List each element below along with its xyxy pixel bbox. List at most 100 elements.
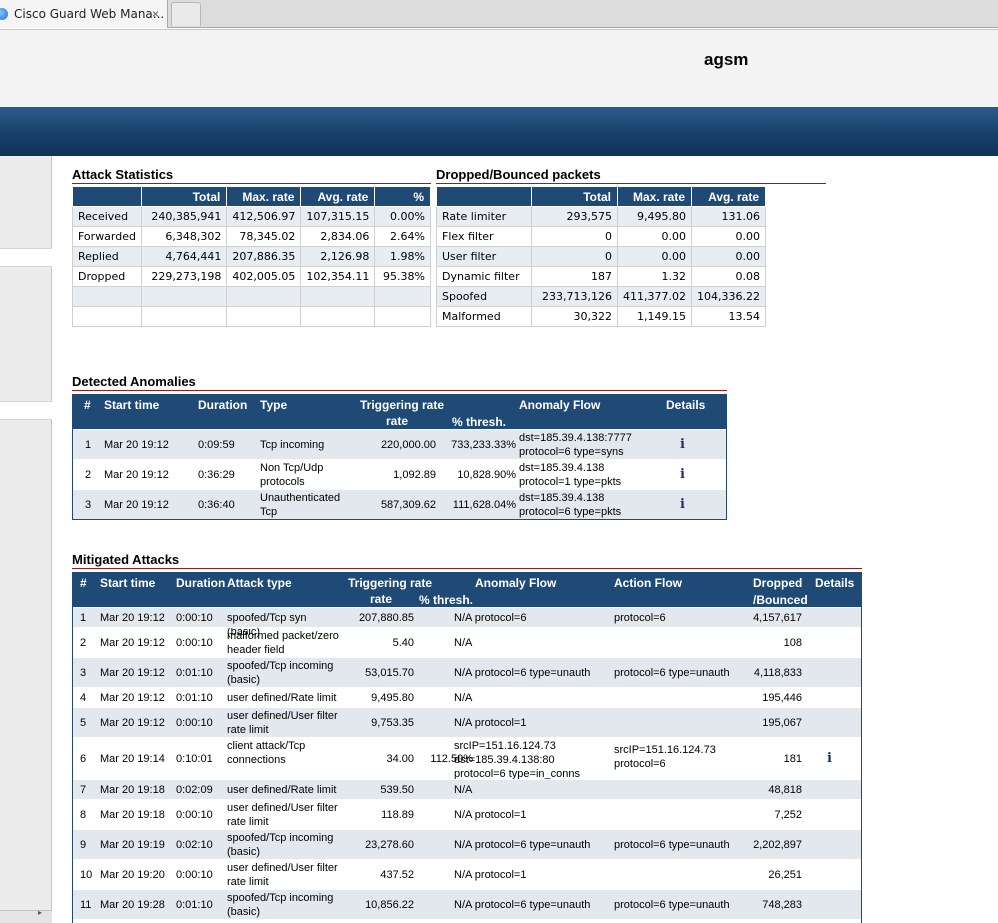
start-time: Mar 20 19:12 (104, 439, 169, 451)
row-number: 3 (80, 667, 87, 679)
duration: 0:00:10 (176, 612, 213, 624)
anomaly-flow: N/A protocol=6 type=unauth (454, 839, 591, 851)
dropped-count: 2,202,897 (753, 839, 802, 851)
row-label: Replied (71, 246, 143, 267)
mitigated-row: 11 Mar 20 19:28 0:01:10 spoofed/Tcp incomin… (73, 889, 861, 919)
attack-type: malformed packet/zero header field (227, 630, 339, 656)
row-number: 11 (80, 899, 92, 911)
browser-tab-bar: Cisco Guard Web Mana... × (0, 0, 998, 28)
mitigated-row: 9 Mar 20 19:19 0:02:10 spoofed/Tcp incoming… (73, 829, 861, 859)
row-label: Rate limiter (436, 206, 532, 227)
start-time: Mar 20 19:19 (100, 839, 165, 851)
col-details: Details (666, 398, 706, 412)
cell-value (300, 306, 376, 327)
percent-threshold: 10,828.90% (457, 469, 516, 481)
column-header: Total (141, 186, 228, 207)
details-info-icon[interactable]: i (680, 468, 685, 482)
attack-type: user defined/Rate limit (227, 784, 337, 796)
duration: 0:02:10 (176, 839, 213, 851)
anomaly-flow: N/A protocol=1 (454, 717, 527, 729)
col-anomaly-flow: Anomaly Flow (519, 398, 601, 412)
triggering-rate: 34.00 (386, 753, 414, 765)
dropped-count: 748,283 (762, 899, 802, 911)
anomaly-flow: dst=185.39.4.138:7777 protocol=6 type=sy… (519, 432, 632, 458)
dropped-count: 26,251 (768, 869, 802, 881)
table-row: Replied 4,764,441 207,886.35 2,126.98 1.98% (71, 246, 431, 267)
mitigated-row: 3 Mar 20 19:12 0:01:10 spoofed/Tcp incoming… (73, 657, 861, 687)
mitigated-row: 2 Mar 20 19:12 0:00:10 malformed packet/zer… (73, 627, 861, 657)
details-info-icon[interactable]: i (827, 752, 832, 766)
details-info-icon[interactable]: i (680, 438, 685, 452)
cell-value: 6,348,302 (141, 226, 228, 247)
scroll-right-icon[interactable]: ▸ (38, 908, 42, 917)
col-details: Details (815, 576, 855, 590)
cell-value: 2,834.06 (300, 226, 376, 247)
column-header: Avg. rate (691, 186, 766, 207)
anomaly-row: 2 Mar 20 19:12 0:36:29 Non Tcp/Udp protocol… (73, 459, 726, 489)
cell-value: 207,886.35 (226, 246, 302, 267)
col-triggering-rate: Triggering rate (348, 576, 433, 590)
dropped-count: 4,118,833 (753, 667, 802, 679)
cell-value: 78,345.02 (226, 226, 302, 247)
start-time: Mar 20 19:20 (100, 869, 165, 881)
mitigated-row: 5 Mar 20 19:12 0:00:10 user defined/User fi… (73, 707, 861, 737)
cell-value: 1,149.15 (617, 306, 692, 327)
col-thresh: % thresh. (452, 415, 507, 429)
cell-value: 240,385,941 (141, 206, 228, 227)
start-time: Mar 20 19:18 (100, 784, 165, 796)
anomaly-flow: N/A protocol=6 type=unauth (454, 899, 591, 911)
attack-type: user defined/User filter rate limit (227, 802, 338, 828)
duration: 0:02:09 (176, 784, 213, 796)
anomaly-flow: N/A protocol=1 (454, 809, 527, 821)
horizontal-scrollbar[interactable] (0, 910, 52, 923)
cell-value: 233,713,126 (530, 286, 619, 307)
col-thresh: % thresh. (419, 593, 474, 607)
action-flow: protocol=6 type=unauth (614, 839, 730, 851)
table-row: Dynamic filter 187 1.32 0.08 (436, 266, 766, 287)
cell-value: 402,005.05 (226, 266, 302, 287)
cell-value: 412,506.97 (226, 206, 302, 227)
anomaly-flow: N/A protocol=6 (454, 612, 527, 624)
mitigated-attacks-table: # Start time Duration Attack type Trigge… (72, 572, 862, 923)
triggering-rate: 220,000.00 (380, 439, 436, 451)
anomaly-type: Non Tcp/Udp protocols (260, 462, 324, 488)
duration: 0:36:29 (198, 469, 235, 481)
table-row: Flex filter 0 0.00 0.00 (436, 226, 766, 247)
percent-threshold: 733,233.33% (451, 439, 516, 451)
cell-value: 0.00 (691, 226, 766, 247)
col-triggering-rate: Triggering rate (360, 398, 445, 412)
anomaly-flow: N/A protocol=1 (454, 869, 527, 881)
attack-type: user defined/User filter rate limit (227, 862, 338, 888)
table-row: Malformed 30,322 1,149.15 13.54 (436, 306, 766, 327)
browser-tab[interactable]: Cisco Guard Web Mana... × (0, 0, 168, 28)
row-number: 2 (80, 637, 87, 649)
triggering-rate: 587,309.62 (380, 499, 436, 511)
triggering-rate: 53,015.70 (365, 667, 414, 679)
anomaly-row: 3 Mar 20 19:12 0:36:40 Unauthenticated Tcp 5… (73, 489, 726, 519)
dropped-count: 181 (783, 753, 802, 765)
row-number: 6 (80, 753, 87, 765)
cell-value: 1.32 (617, 266, 692, 287)
table-row: Rate limiter 293,575 9,495.80 131.06 (436, 206, 766, 227)
nav-row[interactable] (0, 401, 52, 420)
cell-value: 187 (530, 266, 619, 287)
start-time: Mar 20 19:12 (104, 499, 169, 511)
anomaly-flow: N/A (454, 692, 473, 704)
duration: 0:36:40 (198, 499, 235, 511)
nav-row[interactable] (0, 248, 52, 267)
triggering-rate: 10,856.22 (365, 899, 414, 911)
cell-value (374, 306, 431, 327)
duration: 0:00:10 (176, 717, 213, 729)
tab-close-icon[interactable]: × (152, 7, 159, 21)
cell-value: 13.54 (691, 306, 766, 327)
new-tab-button[interactable] (171, 2, 201, 26)
column-header: Max. rate (617, 186, 692, 207)
cell-value: 95.38% (374, 266, 431, 287)
mitigated-row: 6 Mar 20 19:14 0:10:01 client attack/Tcp co… (73, 737, 861, 780)
cell-value (226, 306, 302, 327)
cell-value: 229,273,198 (141, 266, 228, 287)
col-start-time: Start time (100, 576, 156, 590)
triggering-rate: 1,092.89 (393, 469, 436, 481)
details-info-icon[interactable]: i (680, 498, 685, 512)
cell-value: 2.64% (374, 226, 431, 247)
